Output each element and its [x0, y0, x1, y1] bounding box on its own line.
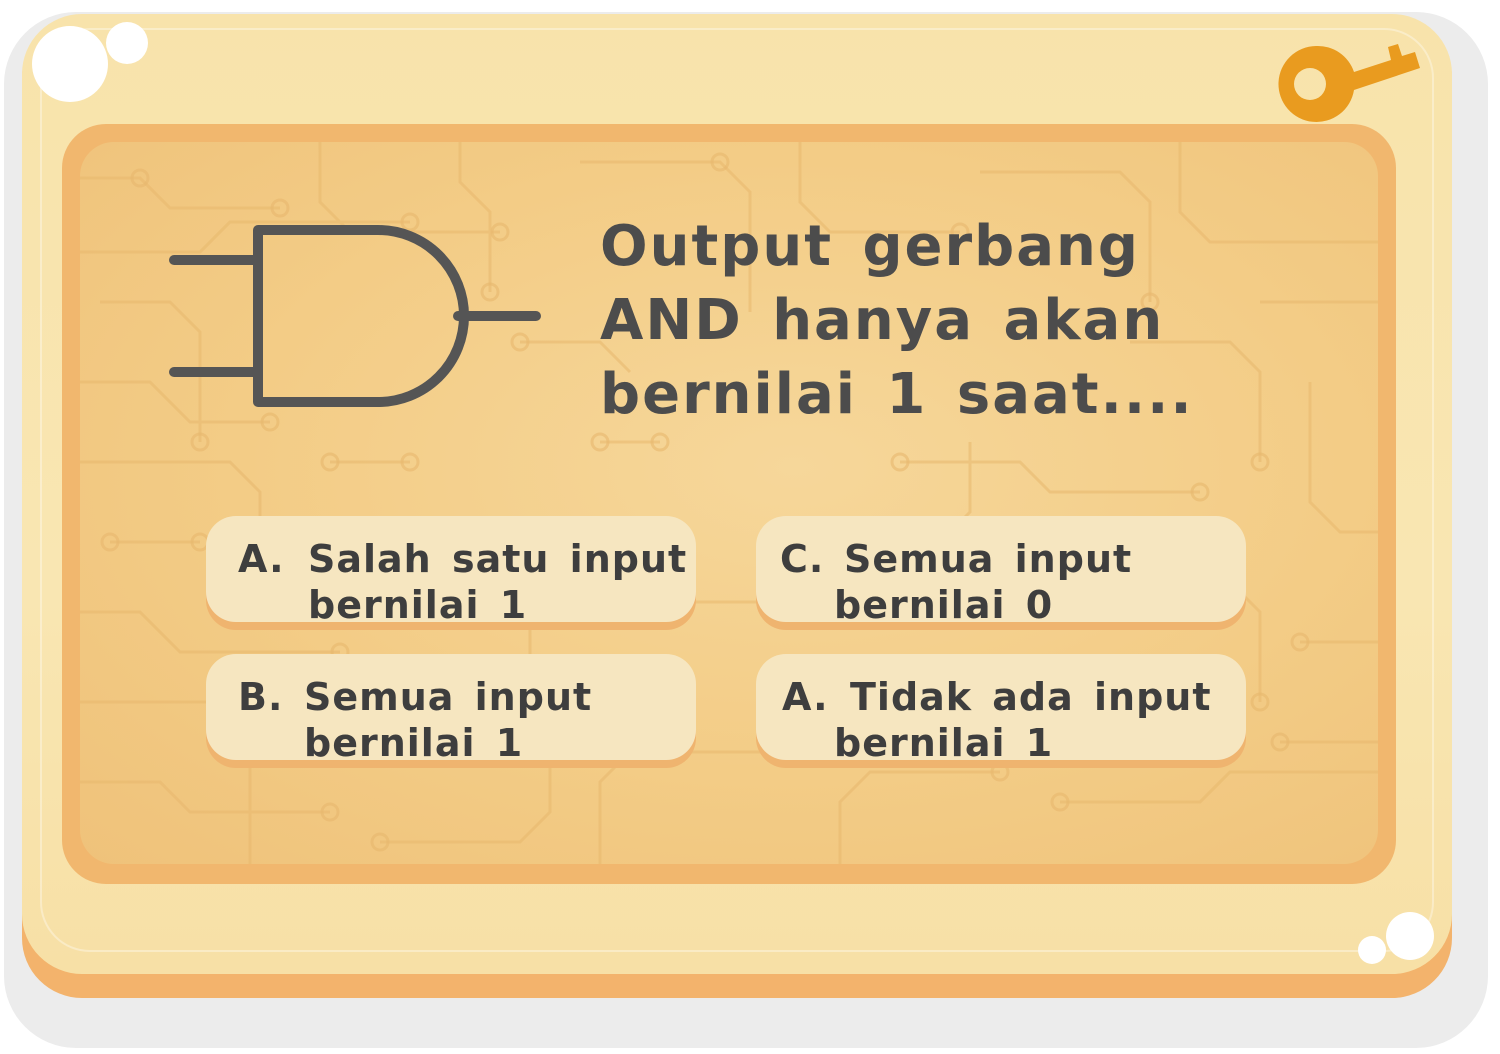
key-icon[interactable] — [1270, 24, 1430, 134]
answer-text-line2: bernilai 0 — [834, 583, 1054, 627]
and-gate-icon — [169, 225, 541, 407]
answer-option-b[interactable]: B. Semua input bernilai 1 — [206, 654, 696, 765]
answer-text-line2: bernilai 1 — [304, 721, 524, 765]
answer-text-line2: bernilai 1 — [834, 721, 1054, 765]
answer-letter: B. — [238, 675, 284, 719]
answer-text-line1: Semua input — [304, 675, 593, 719]
answer-option-d[interactable]: A. Tidak ada input bernilai 1 — [756, 654, 1246, 765]
answer-text-line1: Semua input — [844, 537, 1133, 581]
answer-text-line1: Tidak ada input — [850, 675, 1212, 719]
answer-letter: C. — [780, 537, 825, 581]
answer-text-line2: bernilai 1 — [308, 583, 528, 627]
answer-letter: A. — [238, 537, 285, 581]
answer-text-line1: Salah satu input — [308, 537, 688, 581]
question-text: Output gerbang AND hanya akan bernilai 1… — [600, 214, 1194, 427]
decor-bubble-small — [106, 22, 148, 64]
answer-option-a[interactable]: A. Salah satu input bernilai 1 — [206, 516, 696, 627]
decor-bubble-large — [1386, 912, 1434, 960]
answer-option-c[interactable]: C. Semua input bernilai 0 — [756, 516, 1246, 627]
decor-bubble-small — [1358, 936, 1386, 964]
answer-letter: A. — [782, 675, 829, 719]
decor-bubble-large — [32, 26, 108, 102]
